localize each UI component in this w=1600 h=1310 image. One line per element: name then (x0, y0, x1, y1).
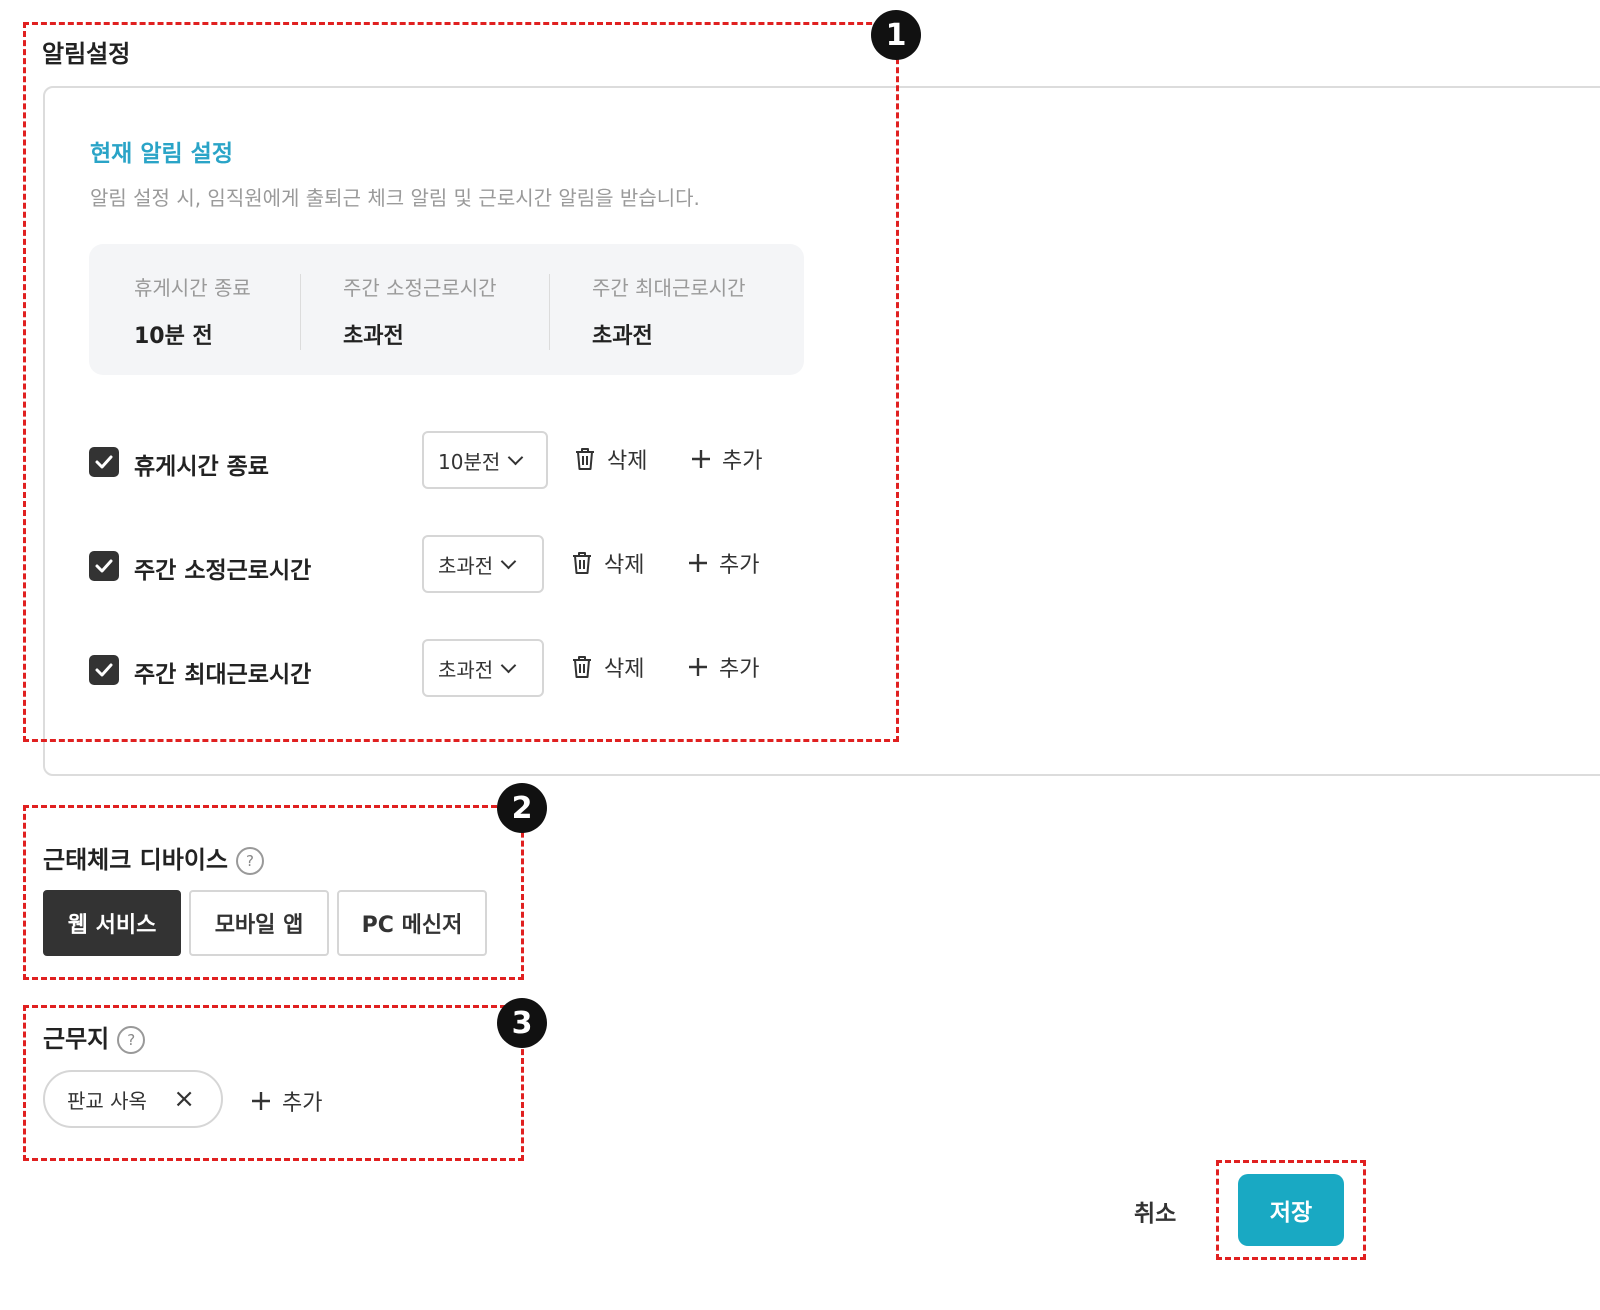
callout-number-2: 2 (497, 783, 547, 833)
callout-number-3: 3 (497, 998, 547, 1048)
callout-box-save (1216, 1160, 1366, 1260)
callout-box-2 (23, 805, 524, 980)
cancel-button[interactable]: 취소 (1134, 1194, 1176, 1228)
callout-box-1 (23, 22, 899, 742)
callout-box-3 (23, 1005, 524, 1161)
callout-number-1: 1 (871, 10, 921, 60)
